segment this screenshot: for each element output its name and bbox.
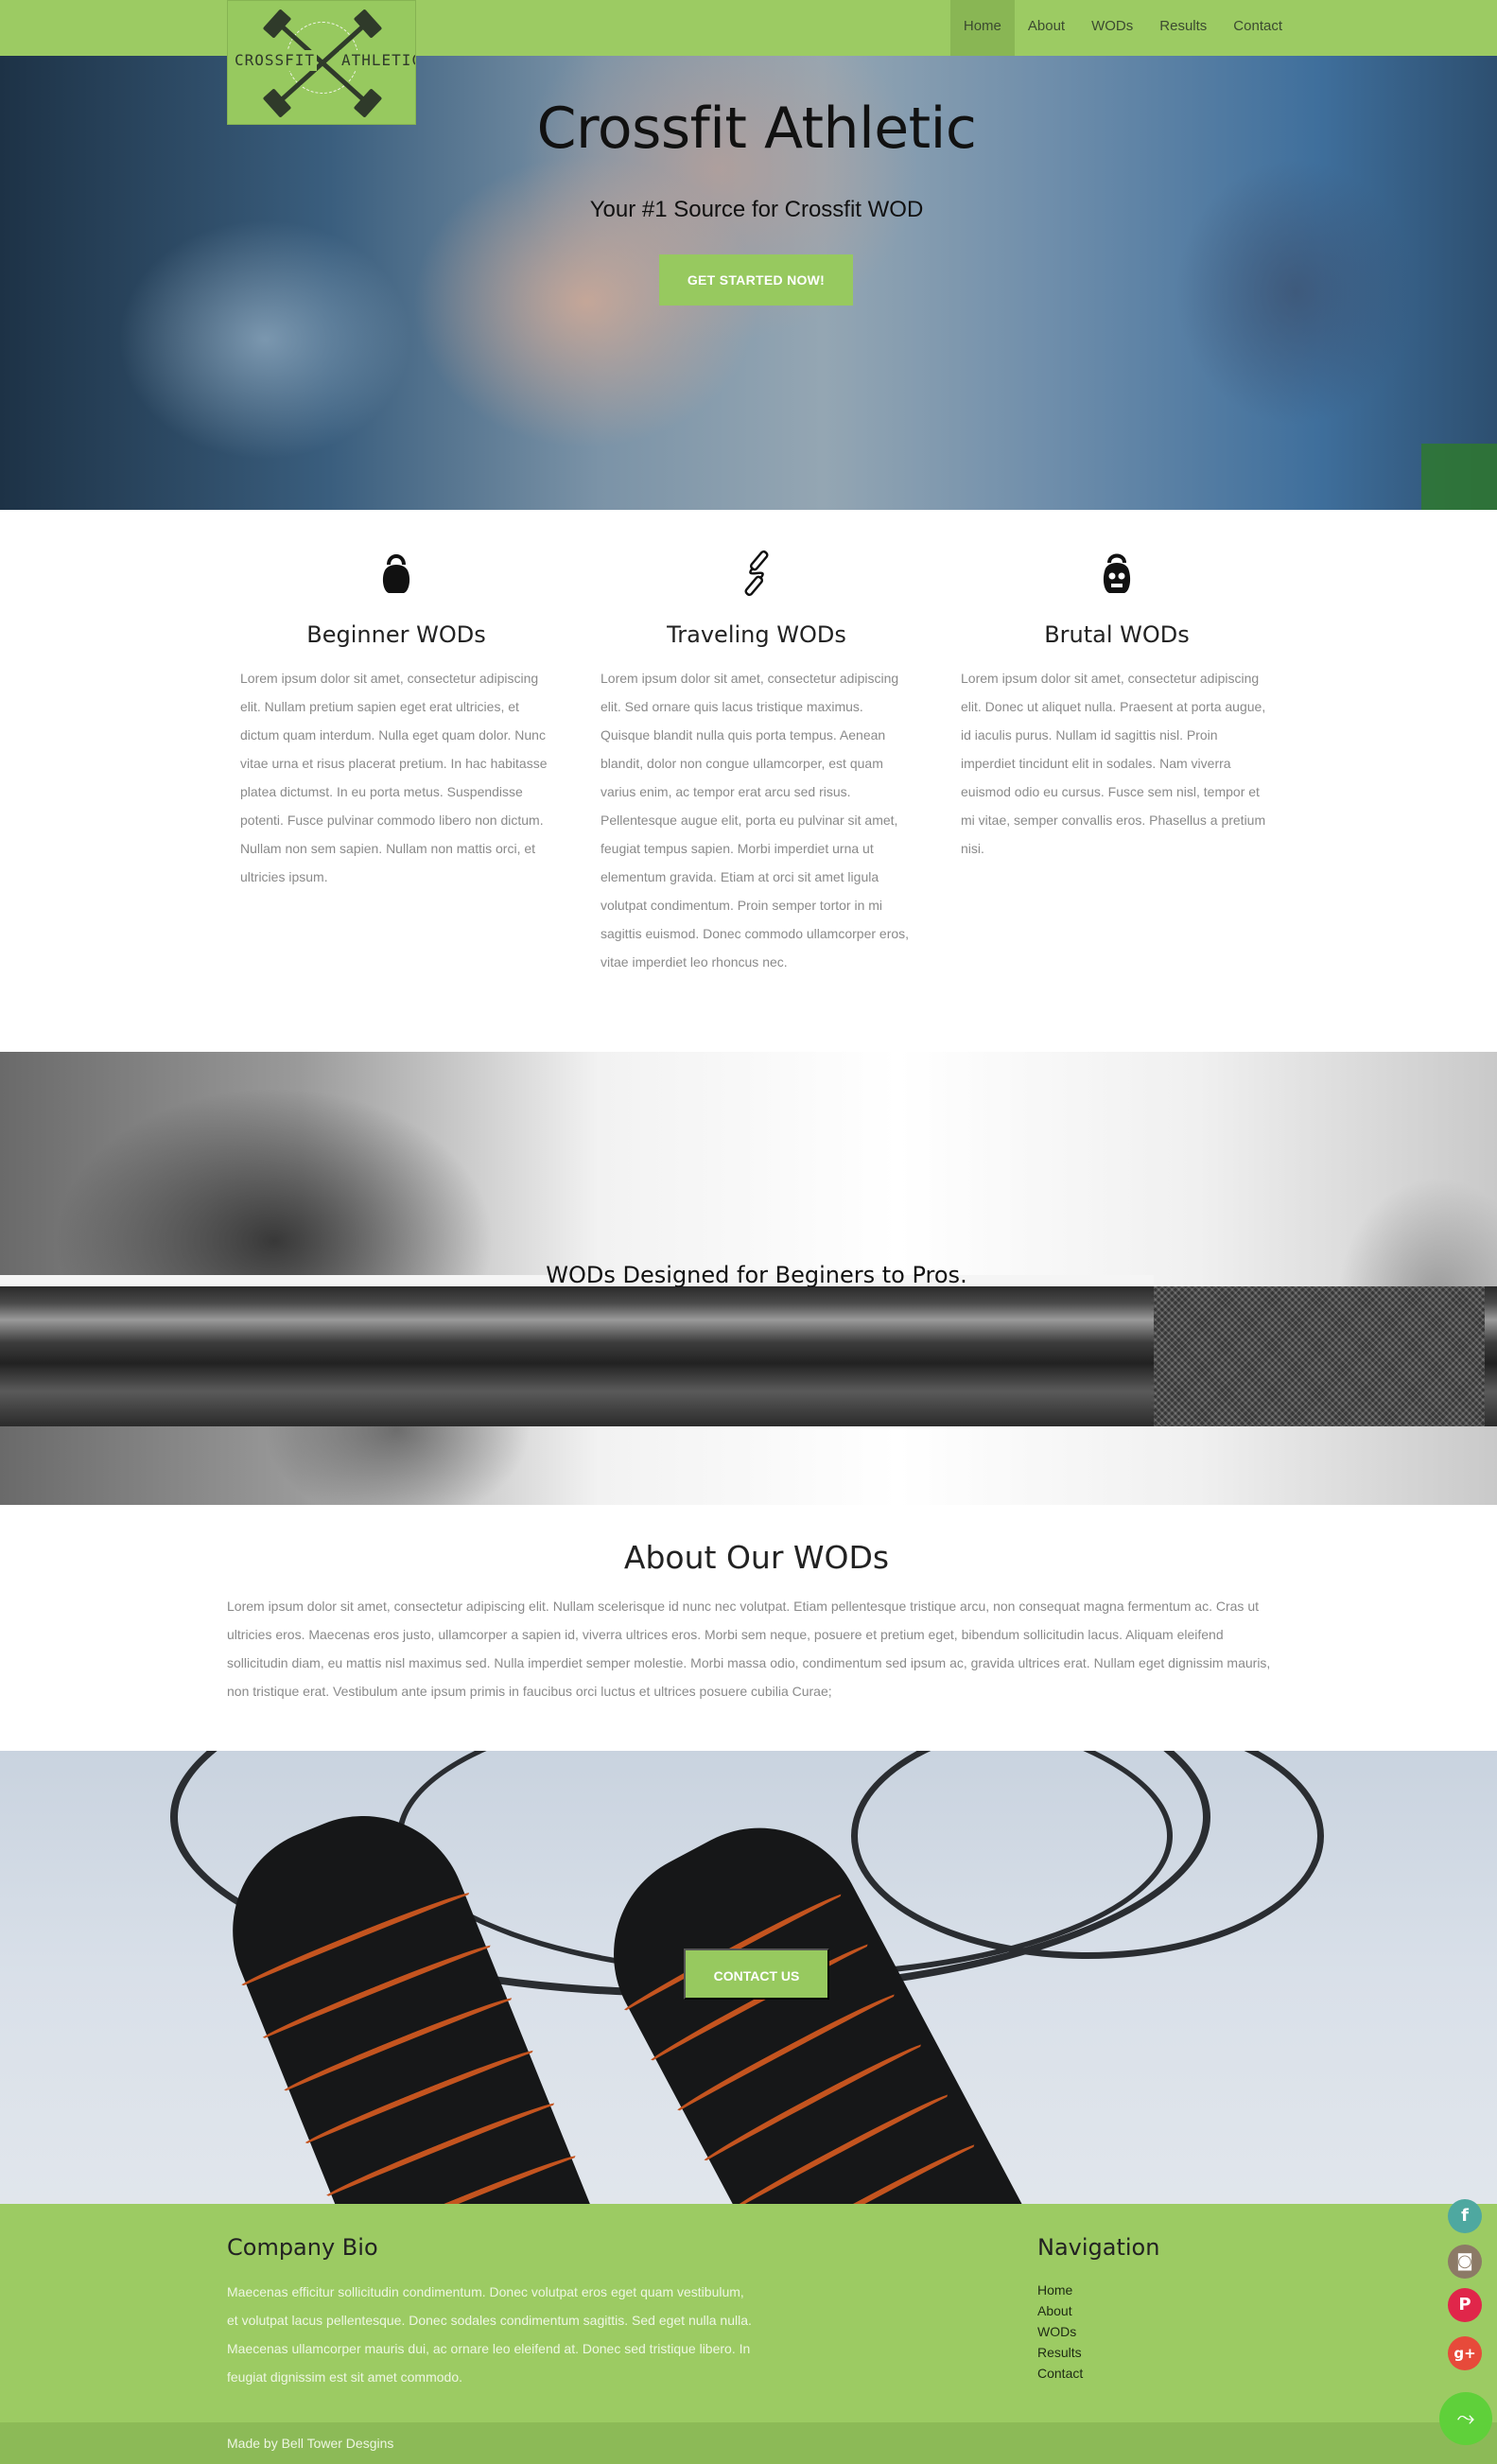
facebook-icon[interactable]: f xyxy=(1448,2199,1482,2233)
nav-home[interactable]: Home xyxy=(949,0,1015,56)
feature-text: Lorem ipsum dolor sit amet, consectetur … xyxy=(240,671,548,884)
jump-rope-icon xyxy=(744,550,769,597)
footer-link-wods[interactable]: WODs xyxy=(1037,2321,1083,2342)
google-plus-icon[interactable]: g+ xyxy=(1448,2336,1482,2370)
handle-stripe xyxy=(670,1987,903,2120)
footer: Company Bio Maecenas efficitur sollicitu… xyxy=(0,2204,1497,2422)
pinterest-icon[interactable]: P xyxy=(1448,2288,1482,2322)
barbell-knurling xyxy=(1154,1286,1485,1426)
handle-stripe xyxy=(277,1991,520,2100)
footer-bottom-bar: Made by Bell Tower Desgins xyxy=(0,2422,1497,2464)
nav-contact[interactable]: Contact xyxy=(1220,0,1296,56)
logo-word-athletic: ATHLETIC xyxy=(339,50,415,71)
footer-bio-text: Maecenas efficitur sollicitudin condimen… xyxy=(227,2284,752,2385)
feature-title: Beginner WODs xyxy=(306,621,486,648)
contact-banner: CONTACT US xyxy=(0,1751,1497,2204)
instagram-icon[interactable]: ◙ xyxy=(1448,2245,1482,2279)
handle-stripe xyxy=(697,2037,930,2170)
kettlebell-icon xyxy=(382,554,410,593)
site-logo[interactable]: CROSSFIT ATHLETIC xyxy=(227,0,416,125)
footer-link-about[interactable]: About xyxy=(1037,2300,1083,2321)
nav-results[interactable]: Results xyxy=(1146,0,1220,56)
about-section: About Our WODs Lorem ipsum dolor sit ame… xyxy=(0,1505,1497,1751)
about-text: Lorem ipsum dolor sit amet, consectetur … xyxy=(227,1599,1271,1699)
handle-stripe xyxy=(256,1938,498,2048)
handle-stripe xyxy=(320,2096,563,2204)
footer-link-results[interactable]: Results xyxy=(1037,2342,1083,2363)
handle-stripe xyxy=(750,2138,983,2204)
feature-text: Lorem ipsum dolor sit amet, consectetur … xyxy=(601,671,910,970)
banner-heading: WODs Designed for Beginers to Pros. xyxy=(546,1262,967,1288)
about-title: About Our WODs xyxy=(623,1539,890,1576)
hero-section: Crossfit Athletic Your #1 Source for Cro… xyxy=(0,56,1497,510)
logo-word-crossfit: CROSSFIT xyxy=(233,50,318,71)
footer-bio-title: Company Bio xyxy=(227,2234,378,2261)
footer-link-contact[interactable]: Contact xyxy=(1037,2363,1083,2384)
hero-tagline: Your #1 Source for Crossfit WOD xyxy=(589,197,924,222)
hero-photo-detail xyxy=(1421,444,1497,510)
nav-wods[interactable]: WODs xyxy=(1078,0,1146,56)
footer-nav-title: Navigation xyxy=(1037,2234,1160,2261)
barbell-banner: WODs Designed for Beginers to Pros. xyxy=(0,1052,1497,1505)
footer-nav-list: Home About WODs Results Contact xyxy=(1037,2280,1083,2384)
get-started-button[interactable]: GET STARTED NOW! xyxy=(659,254,853,306)
handle-stripe xyxy=(723,2088,956,2204)
share-icon[interactable]: ⤳ xyxy=(1439,2392,1492,2445)
contact-us-button[interactable]: CONTACT US xyxy=(684,1948,829,2000)
skull-kettlebell-icon xyxy=(1103,553,1131,593)
handle-stripe xyxy=(299,2044,541,2153)
footer-credit: Made by Bell Tower Desgins xyxy=(227,2436,394,2451)
navbar: Home About WODs Results Contact xyxy=(0,0,1497,56)
handle-stripe xyxy=(235,1886,478,1995)
main-nav: Home About WODs Results Contact xyxy=(949,0,1296,56)
footer-link-home[interactable]: Home xyxy=(1037,2280,1083,2300)
hero-title: Crossfit Athletic xyxy=(536,96,977,162)
feature-text: Lorem ipsum dolor sit amet, consectetur … xyxy=(961,671,1266,856)
feature-title: Brutal WODs xyxy=(1044,621,1190,648)
nav-about[interactable]: About xyxy=(1015,0,1078,56)
features-section: Beginner WODs Lorem ipsum dolor sit amet… xyxy=(0,510,1497,1052)
feature-title: Traveling WODs xyxy=(667,621,846,648)
